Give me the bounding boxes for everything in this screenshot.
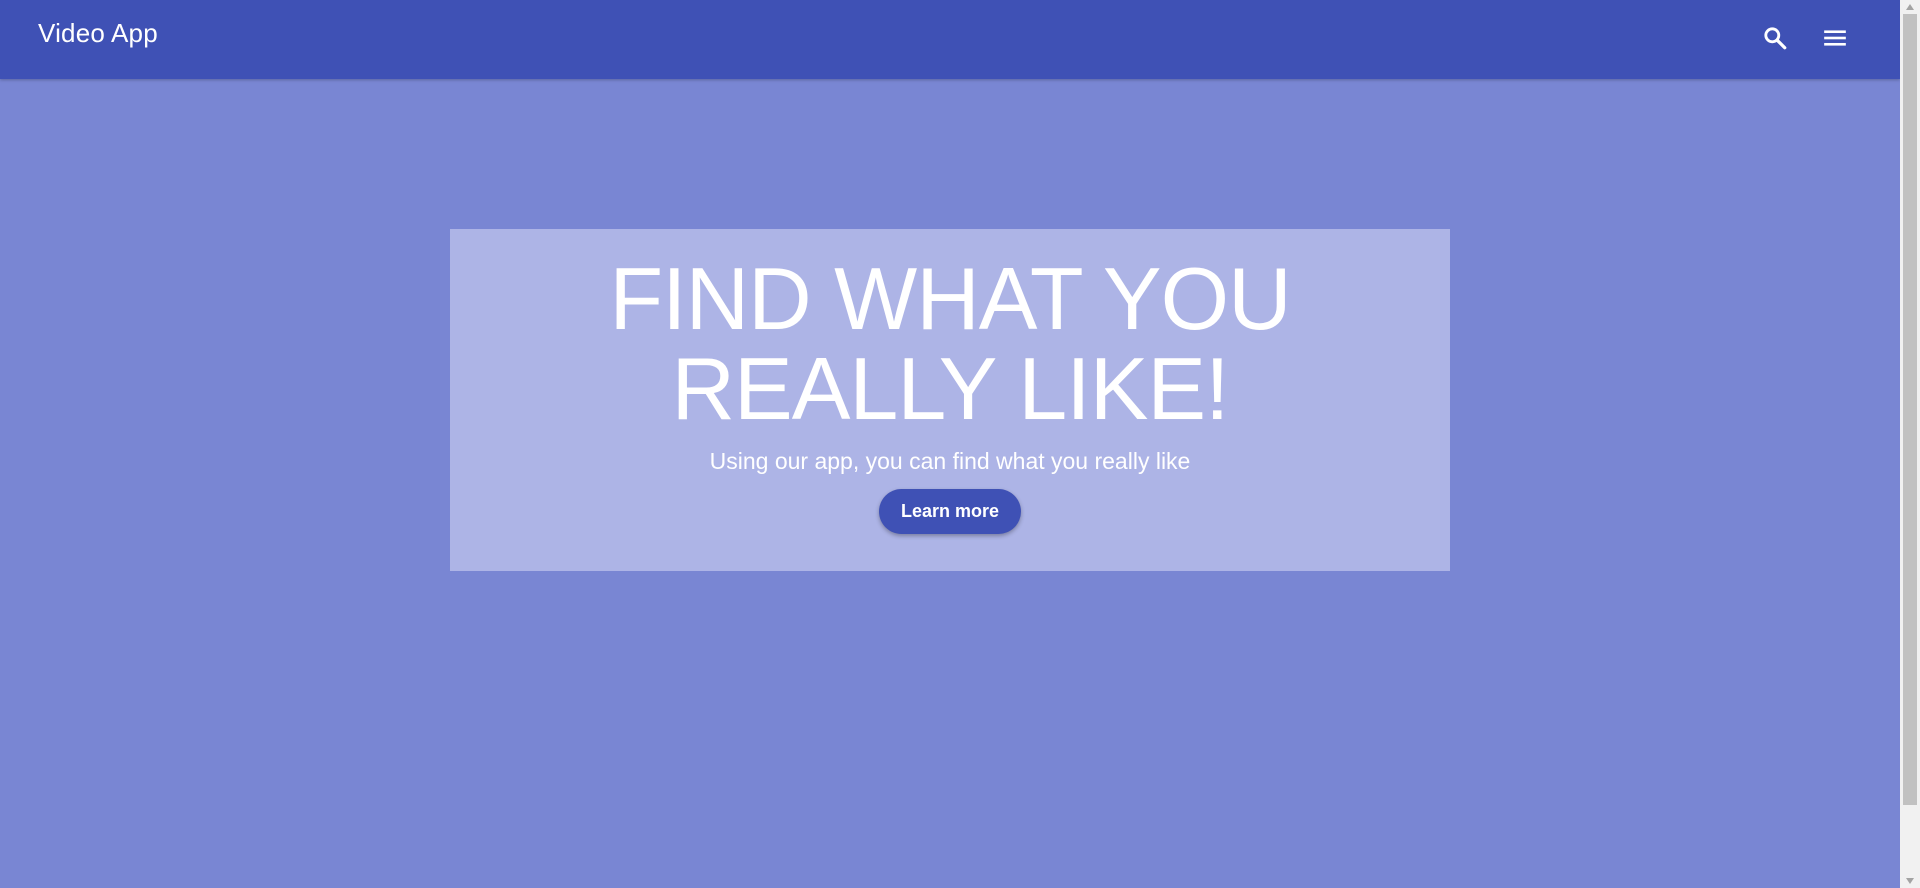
search-button[interactable] <box>1759 22 1791 54</box>
menu-button[interactable] <box>1819 22 1851 54</box>
scroll-up-arrow[interactable] <box>1900 0 1920 14</box>
hero-title: FIND WHAT YOU REALLY LIKE! <box>450 229 1450 434</box>
hero-panel: FIND WHAT YOU REALLY LIKE! Using our app… <box>450 229 1450 571</box>
search-icon <box>1764 27 1787 50</box>
scroll-down-arrow[interactable] <box>1900 874 1920 888</box>
top-app-bar: Video App <box>0 0 1900 79</box>
learn-more-button[interactable]: Learn more <box>878 489 1022 534</box>
triangle-down-icon <box>1906 878 1914 884</box>
scrollbar-thumb[interactable] <box>1903 14 1917 805</box>
hero-title-line-1: FIND WHAT YOU <box>609 249 1291 348</box>
app-root: Video App FIND WHAT YOU REALLY LIKE! Usi… <box>0 0 1900 888</box>
vertical-scrollbar[interactable] <box>1900 0 1920 888</box>
menu-icon <box>1824 30 1846 46</box>
hero-title-line-2: REALLY LIKE! <box>671 339 1229 438</box>
triangle-up-icon <box>1906 4 1914 10</box>
hero-subtitle: Using our app, you can find what you rea… <box>709 448 1191 474</box>
app-title[interactable]: Video App <box>38 18 158 49</box>
